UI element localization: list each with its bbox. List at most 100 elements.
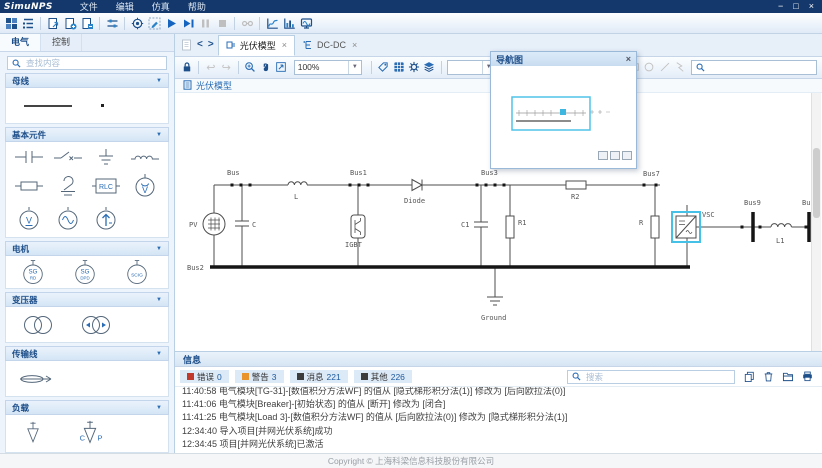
curve-chart-icon[interactable] <box>264 15 280 31</box>
save-project-icon[interactable] <box>79 15 95 31</box>
component-node-dot[interactable] <box>101 104 104 107</box>
component-inductor[interactable] <box>130 147 160 167</box>
fit-view-icon[interactable] <box>274 59 287 75</box>
label-tag-icon[interactable] <box>377 59 390 75</box>
component-ac-source[interactable] <box>53 206 83 232</box>
filter-errors[interactable]: 错误0 <box>180 370 229 383</box>
tab-dcdc[interactable]: DC-DC × <box>295 35 365 56</box>
settings-sliders-icon[interactable] <box>104 15 120 31</box>
sidebar-tab-electrical[interactable]: 电气 <box>0 34 41 51</box>
connect-icon[interactable] <box>239 15 255 31</box>
menu-edit[interactable]: 编辑 <box>116 0 134 13</box>
component-breaker[interactable] <box>53 147 83 167</box>
section-basic-header[interactable]: 基本元件 ▼ <box>5 127 169 142</box>
insert-polyline-icon[interactable] <box>674 59 687 75</box>
filter-others[interactable]: 其他226 <box>354 370 412 383</box>
sidebar-search[interactable] <box>7 56 167 70</box>
breadcrumb-label[interactable]: 光伏模型 <box>196 79 232 92</box>
section-bus-header[interactable]: 母线 ▼ <box>5 73 169 88</box>
igbt[interactable] <box>351 185 365 267</box>
component-transmission-line[interactable] <box>18 371 58 387</box>
section-transformer-header[interactable]: 变压器 ▼ <box>5 292 169 307</box>
scrollbar-thumb[interactable] <box>813 148 820 218</box>
log-line[interactable]: 12:34:45 项目[并网光伏系统]已激活 <box>182 438 822 451</box>
close-button[interactable]: × <box>809 0 814 13</box>
resistor-r1[interactable] <box>506 185 514 267</box>
canvas-vertical-scrollbar[interactable] <box>811 93 821 351</box>
scope-icon[interactable] <box>298 15 314 31</box>
menu-help[interactable]: 帮助 <box>188 0 206 13</box>
symbol-select-1[interactable]: ▼ <box>447 60 496 75</box>
step-run-icon[interactable] <box>180 15 196 31</box>
diode[interactable] <box>412 179 422 190</box>
component-capacitor[interactable] <box>14 147 44 167</box>
canvas-search[interactable] <box>691 60 817 75</box>
minimize-button[interactable]: − <box>778 0 783 13</box>
tab-close-icon[interactable]: × <box>352 40 357 50</box>
component-transformer-2w[interactable] <box>18 313 58 337</box>
section-load-header[interactable]: 负载 ▼ <box>5 400 169 415</box>
component-dc-current-source[interactable] <box>91 206 121 232</box>
pv-source[interactable] <box>203 185 225 267</box>
pan-hand-icon[interactable] <box>259 59 272 75</box>
layers-icon[interactable] <box>423 59 436 75</box>
log-search-input[interactable] <box>584 371 730 383</box>
sidebar-search-input[interactable] <box>24 57 162 69</box>
resistor-r2[interactable] <box>566 181 586 189</box>
capacitor-c1[interactable] <box>474 185 488 267</box>
clear-log-icon[interactable] <box>763 371 774 382</box>
log-line[interactable]: 11:41:06 电气模块[Breaker]-[初始状态] 的值从 [断开] 修… <box>182 398 822 411</box>
redo-icon[interactable]: ↪ <box>220 59 233 75</box>
sidebar-tab-control[interactable]: 控制 <box>41 34 82 51</box>
component-sg-generator-2[interactable]: SGDPD <box>70 259 100 286</box>
insert-ellipse-icon[interactable] <box>643 59 656 75</box>
tab-close-icon[interactable]: × <box>282 40 287 50</box>
filter-warnings[interactable]: 警告3 <box>235 370 284 383</box>
insert-line-icon[interactable] <box>658 59 671 75</box>
waveform-icon[interactable] <box>281 15 297 31</box>
component-scig-motor[interactable]: SCIG <box>122 259 152 286</box>
stop-icon[interactable] <box>214 15 230 31</box>
edit-model-icon[interactable] <box>146 15 162 31</box>
component-rlc-branch[interactable]: RLC <box>91 176 121 196</box>
minimap-controls[interactable] <box>598 151 632 160</box>
tab-pv-model[interactable]: 光伏模型 × <box>218 35 295 56</box>
navigation-map-panel[interactable]: 导航图 × <box>490 51 637 169</box>
component-resistor[interactable] <box>14 176 44 196</box>
navigation-map-body[interactable] <box>491 66 636 166</box>
component-transformer-2w-tap[interactable] <box>76 313 116 337</box>
filter-messages[interactable]: 消息221 <box>290 370 348 383</box>
gear-icon[interactable] <box>407 59 420 75</box>
open-project-icon[interactable] <box>45 15 61 31</box>
component-load[interactable] <box>20 419 46 449</box>
undo-icon[interactable]: ↩ <box>204 59 217 75</box>
maximize-button[interactable]: □ <box>793 0 798 13</box>
menu-file[interactable]: 文件 <box>80 0 98 13</box>
pause-icon[interactable] <box>197 15 213 31</box>
vsc-converter[interactable] <box>676 205 696 267</box>
zoom-level-select[interactable]: 100% ▼ <box>294 60 362 75</box>
section-motor-header[interactable]: 电机 ▼ <box>5 241 169 256</box>
section-line-header[interactable]: 传输线 ▼ <box>5 346 169 361</box>
ground[interactable] <box>487 267 503 305</box>
log-line[interactable]: 11:40:58 电气模块[TG-31]-[数值积分方法WF] 的值从 [隐式梯… <box>182 387 822 398</box>
compile-icon[interactable] <box>129 15 145 31</box>
component-arrester[interactable] <box>53 174 83 198</box>
component-cvp-load[interactable]: CP <box>74 419 106 449</box>
resistor-r[interactable] <box>651 185 659 267</box>
forward-icon[interactable]: > <box>208 39 214 50</box>
run-icon[interactable] <box>163 15 179 31</box>
project-tree-icon[interactable] <box>20 15 36 31</box>
component-ground[interactable] <box>91 147 121 167</box>
component-sg-generator-1[interactable]: SGRD <box>18 259 48 286</box>
back-icon[interactable]: < <box>197 39 203 50</box>
component-voltage-meter[interactable]: V <box>14 206 44 232</box>
dashboard-icon[interactable] <box>3 15 19 31</box>
print-log-icon[interactable] <box>802 371 813 382</box>
log-line[interactable]: 12:34:40 导入项目[并网光伏系统]成功 <box>182 425 822 438</box>
capacitor-c[interactable] <box>235 185 249 267</box>
inductor-l1[interactable] <box>771 223 791 226</box>
copy-log-icon[interactable] <box>744 371 755 382</box>
log-search[interactable] <box>567 370 735 384</box>
open-log-folder-icon[interactable] <box>782 371 794 382</box>
